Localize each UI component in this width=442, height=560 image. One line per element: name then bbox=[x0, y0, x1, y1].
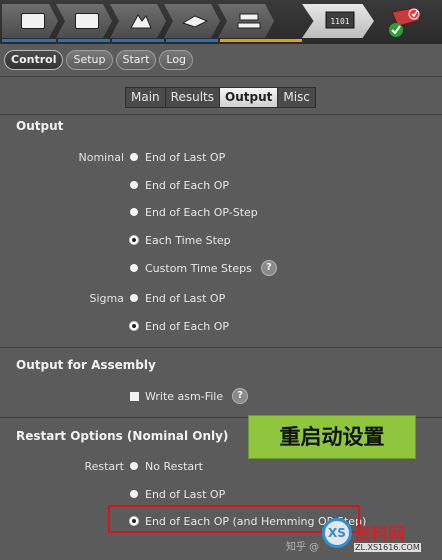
control-step-icon: 1101 bbox=[325, 11, 355, 29]
logo-url: ZL.XS1616.COM bbox=[354, 543, 421, 552]
option-label: End of Each OP bbox=[145, 178, 229, 192]
workflow-toolbar: 1101 bbox=[0, 0, 442, 44]
step-progress-bar bbox=[2, 39, 56, 42]
radio-icon[interactable] bbox=[130, 264, 138, 272]
part-step-button[interactable] bbox=[164, 4, 220, 38]
radio-icon[interactable] bbox=[130, 208, 138, 216]
tools-step-icon bbox=[237, 13, 261, 29]
divider bbox=[0, 347, 442, 348]
option-label: End of Each OP bbox=[145, 319, 229, 333]
nominal-option-end-of-each-op-step[interactable]: End of Each OP-Step bbox=[130, 204, 258, 220]
tab-control[interactable]: Control bbox=[4, 50, 64, 70]
restart-label: Restart bbox=[84, 460, 124, 473]
tab-output[interactable]: Output bbox=[220, 88, 279, 107]
option-label: End of Last OP bbox=[145, 487, 226, 501]
site-logo: XS 资料网 ZL.XS1616.COM bbox=[322, 514, 440, 560]
nominal-option-each-time-step[interactable]: Each Time Step bbox=[130, 232, 231, 248]
control-step-label: 1101 bbox=[330, 17, 349, 26]
option-label: Custom Time Steps bbox=[145, 261, 252, 275]
restart-option-no-restart[interactable]: No Restart bbox=[130, 458, 203, 474]
write-asm-file-checkbox[interactable]: Write asm-File ? bbox=[130, 388, 249, 404]
help-icon[interactable]: ? bbox=[260, 260, 277, 276]
option-label: No Restart bbox=[145, 459, 203, 473]
geometry-step-icon bbox=[21, 13, 45, 29]
step-progress-bar bbox=[112, 39, 164, 42]
radio-icon[interactable] bbox=[130, 181, 138, 189]
step-progress-bar bbox=[220, 39, 302, 42]
tab-setup[interactable]: Setup bbox=[66, 50, 113, 70]
logo-text: 资料网 bbox=[354, 525, 405, 545]
geometry-step-button[interactable] bbox=[2, 4, 58, 38]
tab-start[interactable]: Start bbox=[115, 50, 157, 70]
control-step-button[interactable]: 1101 bbox=[302, 4, 374, 38]
sigma-option-end-of-each-op[interactable]: End of Each OP bbox=[130, 318, 229, 334]
process-step-icon bbox=[75, 13, 99, 29]
radio-selected-icon[interactable] bbox=[130, 322, 138, 330]
control-tabs: Control Setup Start Log bbox=[4, 50, 194, 70]
checkbox-label: Write asm-File bbox=[145, 389, 224, 403]
annotation-callout: 重启动设置 bbox=[248, 415, 416, 459]
divider bbox=[0, 76, 442, 77]
radio-icon[interactable] bbox=[130, 294, 138, 302]
part-step-icon bbox=[182, 15, 208, 28]
radio-icon[interactable] bbox=[130, 153, 138, 161]
tab-main[interactable]: Main bbox=[126, 88, 166, 107]
output-section-title: Output bbox=[16, 119, 64, 133]
tab-misc[interactable]: Misc bbox=[278, 88, 315, 107]
checkbox-icon[interactable] bbox=[130, 391, 139, 401]
radio-selected-icon[interactable] bbox=[130, 236, 138, 244]
material-step-button[interactable] bbox=[110, 4, 166, 38]
logo-mark: XS bbox=[322, 518, 352, 548]
option-label: Each Time Step bbox=[145, 233, 231, 247]
step-progress-bar bbox=[58, 39, 110, 42]
help-icon[interactable]: ? bbox=[232, 388, 249, 404]
radio-icon[interactable] bbox=[130, 462, 138, 470]
option-label: End of Last OP bbox=[145, 291, 226, 305]
sub-tabs: Main Results Output Misc bbox=[125, 87, 316, 108]
material-step-icon bbox=[130, 14, 152, 29]
sigma-label: Sigma bbox=[89, 292, 124, 305]
nominal-label: Nominal bbox=[78, 151, 125, 164]
nominal-option-end-of-each-op[interactable]: End of Each OP bbox=[130, 177, 229, 193]
nominal-option-custom-time-steps[interactable]: Custom Time Steps ? bbox=[130, 260, 277, 276]
status-ok-icon[interactable] bbox=[384, 6, 424, 38]
sigma-option-end-of-last-op[interactable]: End of Last OP bbox=[130, 290, 225, 306]
divider bbox=[0, 114, 442, 115]
nominal-option-end-of-last-op[interactable]: End of Last OP bbox=[130, 149, 225, 165]
option-label: End of Each OP-Step bbox=[145, 205, 258, 219]
tab-log[interactable]: Log bbox=[159, 50, 194, 70]
restart-option-end-of-last-op[interactable]: End of Last OP bbox=[130, 486, 225, 502]
radio-icon[interactable] bbox=[130, 490, 138, 498]
process-step-button[interactable] bbox=[56, 4, 112, 38]
assembly-section-title: Output for Assembly bbox=[16, 358, 156, 372]
watermark-text: 知乎 @ bbox=[286, 542, 320, 553]
tab-results[interactable]: Results bbox=[166, 88, 220, 107]
tools-step-button[interactable] bbox=[218, 4, 274, 38]
step-progress-bar bbox=[166, 39, 218, 42]
option-label: End of Last OP bbox=[145, 150, 226, 164]
restart-section-title: Restart Options (Nominal Only) bbox=[16, 429, 229, 443]
